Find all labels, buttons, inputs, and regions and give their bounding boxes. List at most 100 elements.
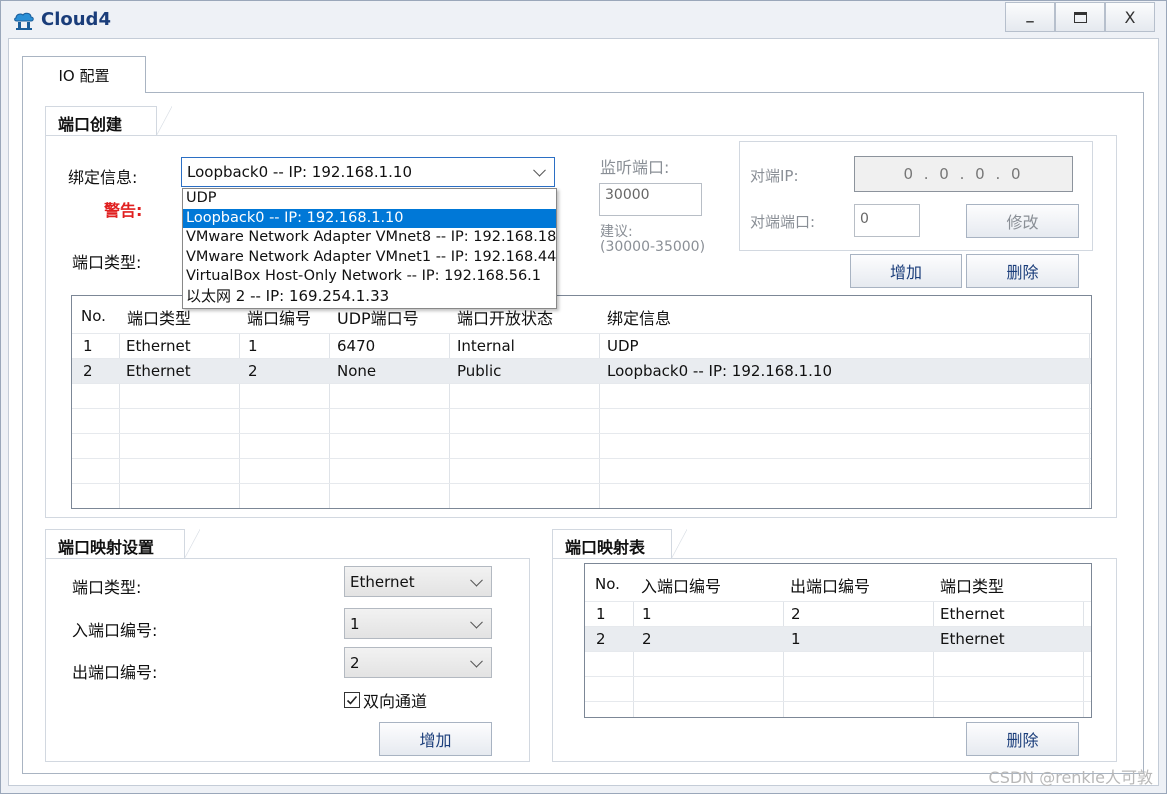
- cell-port-type: Ethernet: [940, 605, 1005, 623]
- cell-open-state: Public: [457, 362, 502, 380]
- header-in-port: 入端口编号: [641, 577, 722, 596]
- port-table[interactable]: No. 端口类型 端口编号 UDP端口号 端口开放状态 绑定信息 1 Ether…: [71, 295, 1092, 509]
- map-port-type-label: 端口类型:: [72, 578, 142, 597]
- suggest-range: (30000-35000): [600, 239, 706, 255]
- cell-port-number: 1: [248, 337, 258, 355]
- cell-udp-port: None: [337, 362, 377, 380]
- cell-port-type: Ethernet: [126, 362, 191, 380]
- out-port-select[interactable]: 2: [344, 647, 492, 678]
- port-create-title: 端口创建: [58, 115, 123, 134]
- dropdown-option[interactable]: VirtualBox Host-Only Network -- IP: 192.…: [183, 267, 556, 287]
- table-header: No. 入端口编号 出端口编号 端口类型: [585, 564, 1091, 602]
- empty-row: [585, 702, 1091, 717]
- mapping-table[interactable]: No. 入端口编号 出端口编号 端口类型 1 1 2 Ethernet 2 2 …: [584, 563, 1092, 718]
- cell-no: 2: [83, 362, 93, 380]
- bidirectional-label: 双向通道: [363, 692, 428, 711]
- mapping-table-title: 端口映射表: [565, 538, 646, 557]
- out-port-label: 出端口编号:: [72, 663, 158, 682]
- table-row[interactable]: 2 Ethernet 2 None Public Loopback0 -- IP…: [72, 359, 1091, 384]
- cell-bind-info: Loopback0 -- IP: 192.168.1.10: [607, 362, 833, 380]
- header-no: No.: [595, 575, 620, 593]
- suggest-label: 建议:: [600, 224, 633, 240]
- empty-row: [72, 434, 1091, 459]
- header-port-type: 端口类型: [940, 577, 1005, 596]
- header-bind-info: 绑定信息: [607, 309, 672, 328]
- dropdown-option[interactable]: UDP: [183, 189, 556, 209]
- empty-row: [585, 652, 1091, 677]
- map-port-type-value: Ethernet: [350, 572, 415, 591]
- table-row[interactable]: 1 Ethernet 1 6470 Internal UDP: [72, 334, 1091, 359]
- chevron-down-icon: [470, 573, 483, 587]
- cell-in-port: 2: [642, 630, 652, 648]
- warning-label: 警告:: [104, 201, 143, 220]
- header-out-port: 出端口编号: [790, 577, 871, 596]
- peer-ip-label: 对端IP:: [750, 167, 799, 185]
- modify-button[interactable]: 修改: [966, 204, 1079, 238]
- cell-open-state: Internal: [457, 337, 515, 355]
- bind-info-select[interactable]: Loopback0 -- IP: 192.168.1.10: [181, 157, 555, 187]
- tab-label: IO 配置: [58, 66, 110, 85]
- cell-in-port: 1: [642, 605, 652, 623]
- minimize-button[interactable]: _: [1005, 2, 1055, 32]
- checkbox-checked-icon: [344, 692, 360, 708]
- cell-bind-info: UDP: [607, 337, 639, 355]
- cloud-app-icon: [14, 12, 34, 30]
- peer-ip-input[interactable]: 0 . 0 . 0 . 0: [854, 156, 1073, 192]
- empty-row: [72, 409, 1091, 434]
- close-button[interactable]: X: [1105, 2, 1155, 32]
- in-port-label: 入端口编号:: [72, 621, 158, 640]
- empty-row: [72, 484, 1091, 508]
- cell-out-port: 1: [791, 630, 801, 648]
- listen-port-label: 监听端口:: [600, 158, 670, 177]
- chevron-down-icon: [470, 615, 483, 629]
- empty-row: [585, 677, 1091, 702]
- delete-port-button[interactable]: 删除: [966, 254, 1079, 288]
- cell-no: 2: [596, 630, 606, 648]
- port-create-section-tab: 端口创建: [45, 106, 172, 136]
- add-port-button[interactable]: 增加: [850, 254, 962, 288]
- minimize-icon: _: [1026, 5, 1034, 23]
- listen-port-input[interactable]: 30000: [599, 183, 702, 216]
- empty-row: [72, 459, 1091, 484]
- in-port-select[interactable]: 1: [344, 608, 492, 639]
- cell-port-number: 2: [248, 362, 258, 380]
- mapping-settings-title: 端口映射设置: [58, 538, 155, 557]
- bidirectional-checkbox[interactable]: 双向通道: [344, 688, 427, 712]
- cell-port-type: Ethernet: [126, 337, 191, 355]
- header-no: No.: [81, 307, 106, 325]
- peer-port-input[interactable]: 0: [854, 204, 920, 237]
- title-bar: Cloud4: [1, 1, 1166, 37]
- cell-udp-port: 6470: [337, 337, 376, 355]
- cell-port-type: Ethernet: [940, 630, 1005, 648]
- table-row[interactable]: 1 1 2 Ethernet: [585, 602, 1091, 627]
- port-type-label: 端口类型:: [72, 253, 142, 272]
- in-port-value: 1: [350, 614, 360, 633]
- add-mapping-button[interactable]: 增加: [379, 722, 492, 756]
- chevron-down-icon: [470, 654, 483, 668]
- cell-no: 1: [83, 337, 93, 355]
- cell-out-port: 2: [791, 605, 801, 623]
- map-port-type-select[interactable]: Ethernet: [344, 566, 492, 597]
- dropdown-option[interactable]: 以太网 2 -- IP: 169.254.1.33: [183, 287, 556, 307]
- table-row[interactable]: 2 2 1 Ethernet: [585, 627, 1091, 652]
- cell-no: 1: [596, 605, 606, 623]
- delete-mapping-button[interactable]: 删除: [966, 722, 1079, 756]
- maximize-button[interactable]: [1055, 2, 1105, 32]
- window-title: Cloud4: [41, 9, 111, 30]
- mapping-table-section-tab: 端口映射表: [552, 529, 687, 559]
- watermark: CSDN @renkie人可敦: [988, 768, 1153, 787]
- empty-row: [72, 384, 1091, 409]
- out-port-value: 2: [350, 653, 360, 672]
- tab-io-config[interactable]: IO 配置: [22, 56, 146, 93]
- bind-info-value: Loopback0 -- IP: 192.168.1.10: [187, 163, 413, 181]
- dropdown-option[interactable]: VMware Network Adapter VMnet8 -- IP: 192…: [183, 228, 556, 248]
- dropdown-option-selected[interactable]: Loopback0 -- IP: 192.168.1.10: [183, 208, 556, 228]
- peer-port-label: 对端端口:: [750, 213, 816, 231]
- close-icon: X: [1124, 7, 1136, 27]
- mapping-settings-section-tab: 端口映射设置: [45, 529, 200, 559]
- bind-info-label: 绑定信息:: [68, 168, 138, 187]
- dropdown-option[interactable]: VMware Network Adapter VMnet1 -- IP: 192…: [183, 248, 556, 268]
- chevron-down-icon: [533, 163, 546, 177]
- maximize-icon: [1073, 11, 1087, 23]
- bind-info-dropdown[interactable]: UDP Loopback0 -- IP: 192.168.1.10 VMware…: [182, 188, 557, 309]
